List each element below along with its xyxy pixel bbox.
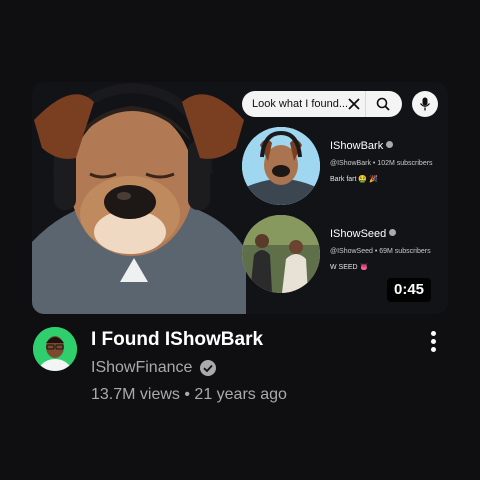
result-channel-description: W SEED 👅	[330, 264, 369, 271]
search-bar[interactable]: Look what I found...	[242, 91, 402, 117]
avatar-image	[242, 127, 320, 205]
channel-name-label: IShowSeed	[330, 228, 387, 240]
video-duration-badge: 0:45	[387, 278, 431, 302]
result-channel-name: IShowBark	[330, 140, 394, 152]
more-vertical-icon-dot	[431, 339, 436, 344]
verified-check-icon	[386, 141, 394, 148]
search-input[interactable]: Look what I found...	[252, 91, 348, 117]
result-channel-meta: @IShowBark • 102M subscribers	[330, 160, 433, 167]
result-channel-description: Bark fart 🤮 🎉	[330, 176, 378, 183]
channel-avatar[interactable]	[33, 327, 77, 371]
voice-search-button[interactable]	[412, 91, 438, 117]
more-vertical-icon-dot	[431, 347, 436, 352]
channel-name[interactable]: IShowFinance	[91, 359, 192, 377]
channel-avatar	[242, 215, 320, 293]
verified-check-icon	[200, 360, 216, 376]
video-thumbnail[interactable]: Look what I found... IShowBark @IShowBar…	[32, 82, 448, 314]
mic-icon	[419, 97, 431, 111]
video-views-age: 13.7M views • 21 years ago	[91, 386, 287, 403]
result-channel-name: IShowSeed	[330, 228, 397, 240]
close-icon[interactable]	[347, 97, 361, 111]
video-title[interactable]: I Found IShowBark	[91, 329, 263, 351]
search-icon[interactable]	[376, 97, 390, 111]
search-result-ishowbark[interactable]: IShowBark @IShowBark • 102M subscribers …	[242, 127, 442, 207]
avatar-image	[242, 215, 320, 293]
more-vertical-icon-dot	[431, 331, 436, 336]
verified-check-icon	[389, 229, 397, 236]
more-options-button[interactable]	[426, 331, 442, 355]
search-divider	[365, 91, 366, 117]
result-channel-meta: @IShowSeed • 69M subscribers	[330, 248, 431, 255]
avatar-image	[33, 327, 77, 371]
thumbnail-person-image	[32, 82, 246, 314]
channel-name-label: IShowBark	[330, 140, 384, 152]
channel-avatar	[242, 127, 320, 205]
